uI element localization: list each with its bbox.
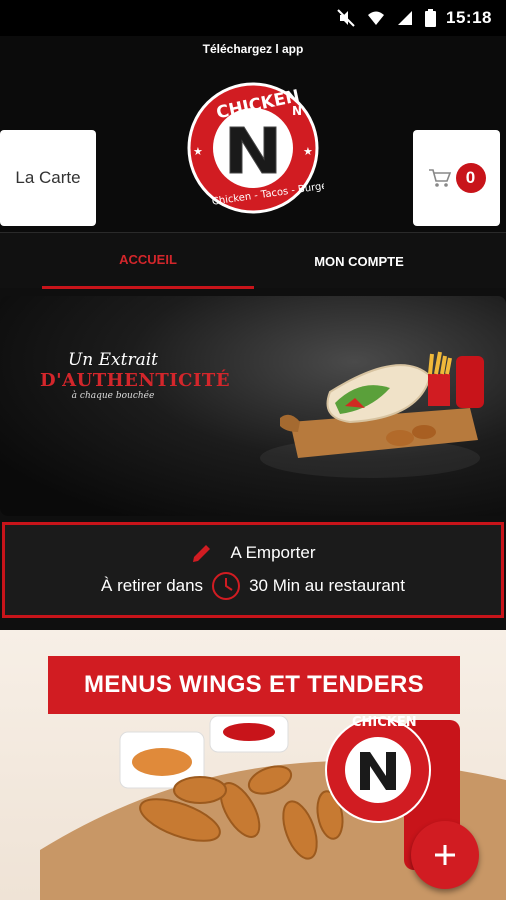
wrap-and-fries-image: [260, 351, 484, 478]
tab-accueil[interactable]: ACCUEIL: [42, 233, 254, 289]
status-icons: [337, 9, 436, 27]
chicken-n-logo[interactable]: CHICKEN N Chicken - Tacos - Burger ★ ★: [182, 81, 333, 220]
clock-icon: [212, 572, 241, 600]
banner-text: Un Extrait D'AUTHENTICITÉ à chaque bouch…: [40, 350, 231, 401]
pickup-time-row: À retirer dans 30 Min au restaurant: [5, 571, 501, 601]
cart-icon: [428, 169, 451, 187]
svg-text:★: ★: [193, 146, 203, 158]
wifi-icon: [368, 11, 384, 25]
add-button[interactable]: [411, 821, 479, 889]
banner-line-3: à chaque bouchée: [71, 391, 155, 401]
plus-icon: [435, 845, 455, 865]
banner-line-1: Un Extrait: [67, 350, 159, 370]
order-mode-box[interactable]: A Emporter À retirer dans 30 Min au rest…: [2, 522, 504, 618]
svg-text:★: ★: [303, 146, 313, 158]
main-tabs: ACCUEIL MON COMPTE: [0, 232, 506, 289]
mute-icon: [337, 9, 355, 27]
cart-count-badge: 0: [455, 163, 486, 193]
order-mode-label: A Emporter: [230, 543, 316, 562]
download-app-link[interactable]: Téléchargez l app: [0, 42, 506, 56]
svg-text:CHICKEN: CHICKEN: [352, 715, 417, 730]
menu-title: MENUS WINGS ET TENDERS: [48, 656, 460, 714]
signal-icon: [398, 11, 412, 25]
status-time: 15:18: [446, 8, 492, 27]
order-mode-row: A Emporter: [5, 541, 501, 565]
pickup-time: 30 Min au restaurant: [249, 576, 405, 595]
promo-banner[interactable]: Un Extrait D'AUTHENTICITÉ à chaque bouch…: [0, 296, 506, 516]
tab-mon-compte[interactable]: MON COMPTE: [254, 233, 464, 289]
svg-text:N: N: [292, 104, 302, 118]
pickup-prefix: À retirer dans: [101, 576, 204, 595]
carte-button[interactable]: La Carte: [0, 130, 96, 226]
battery-icon: [425, 9, 436, 27]
status-bar: 15:18: [0, 0, 506, 36]
banner-line-2: D'AUTHENTICITÉ: [40, 370, 231, 391]
header: Téléchargez l app La Carte CHICKEN N Chi…: [0, 36, 506, 232]
cart-button[interactable]: 0: [413, 130, 500, 226]
pencil-icon: [193, 545, 211, 562]
